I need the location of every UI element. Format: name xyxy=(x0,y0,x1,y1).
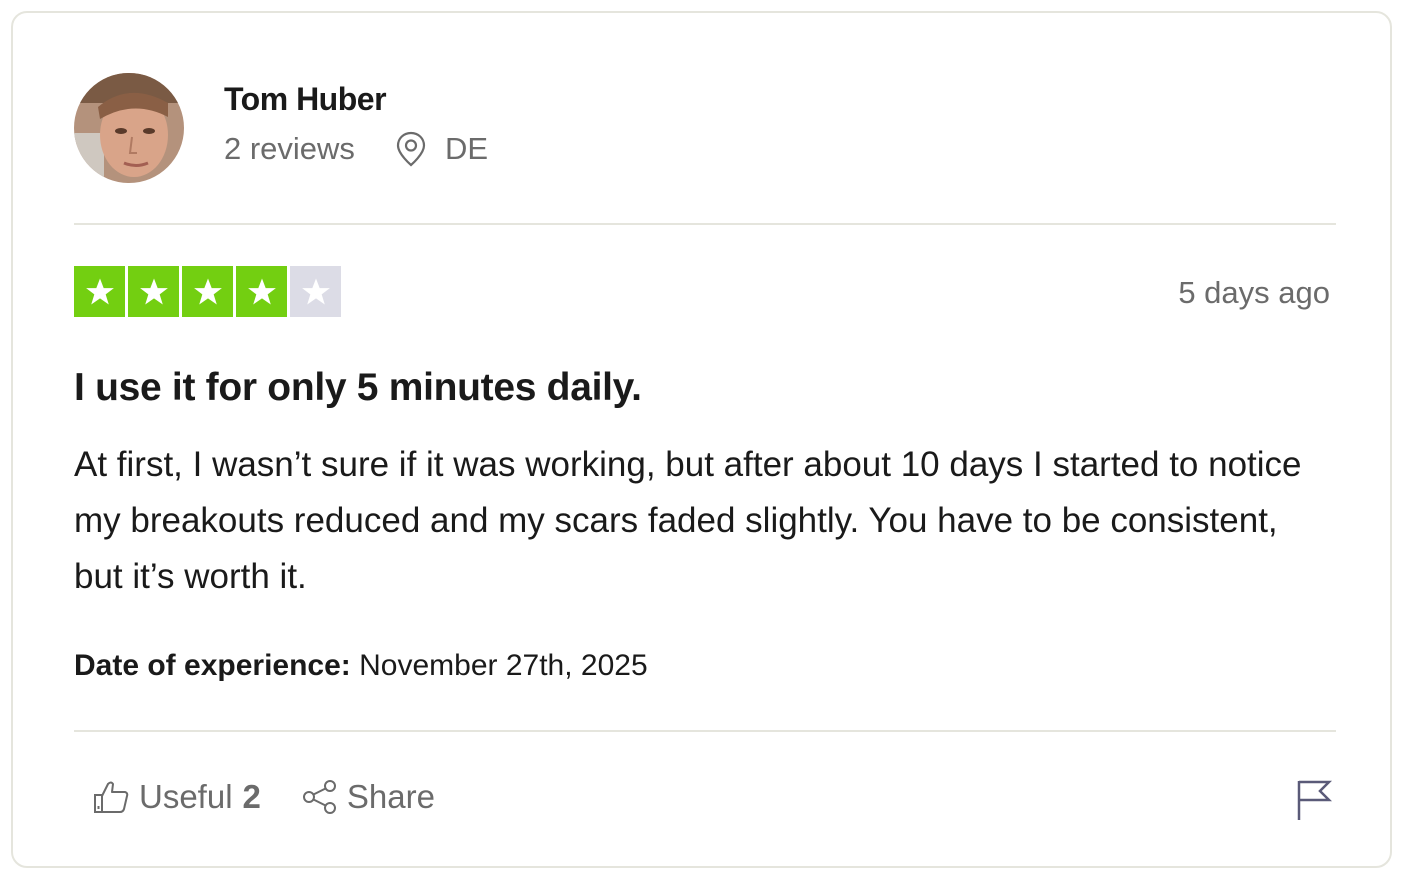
location-pin-icon xyxy=(395,131,427,167)
star-rating xyxy=(74,266,344,317)
share-icon xyxy=(302,780,336,814)
date-of-experience: Date of experience: November 27th, 2025 xyxy=(74,649,648,683)
useful-button[interactable]: Useful 2 xyxy=(93,778,261,816)
header-divider xyxy=(74,223,1336,225)
star-icon xyxy=(236,266,287,317)
experience-label: Date of experience: xyxy=(74,649,351,682)
star-empty-icon xyxy=(290,266,341,317)
footer-divider xyxy=(74,730,1336,732)
useful-label: Useful xyxy=(139,778,233,815)
review-date: 5 days ago xyxy=(1178,275,1330,310)
report-flag-button[interactable] xyxy=(1296,778,1333,822)
thumbs-up-icon xyxy=(94,781,129,813)
star-icon xyxy=(128,266,179,317)
flag-icon xyxy=(1297,780,1333,820)
review-actions: Useful 2 Share xyxy=(93,778,435,816)
reviews-count[interactable]: 2 reviews xyxy=(224,131,355,167)
reviewer-meta: 2 reviews DE xyxy=(224,131,488,167)
review-card: Tom Huber 2 reviews DE 5 days ago I use … xyxy=(11,11,1392,868)
review-title[interactable]: I use it for only 5 minutes daily. xyxy=(74,366,642,410)
reviewer-avatar[interactable] xyxy=(74,73,184,183)
reviewer-country: DE xyxy=(444,131,489,166)
reviewer-name[interactable]: Tom Huber xyxy=(224,81,387,118)
star-icon xyxy=(182,266,233,317)
useful-count: 2 xyxy=(242,778,261,815)
review-body: At first, I wasn’t sure if it was workin… xyxy=(74,445,1302,596)
share-label: Share xyxy=(346,778,435,815)
star-icon xyxy=(74,266,125,317)
share-button[interactable]: Share xyxy=(301,778,435,816)
experience-date: November 27th, 2025 xyxy=(359,649,648,682)
